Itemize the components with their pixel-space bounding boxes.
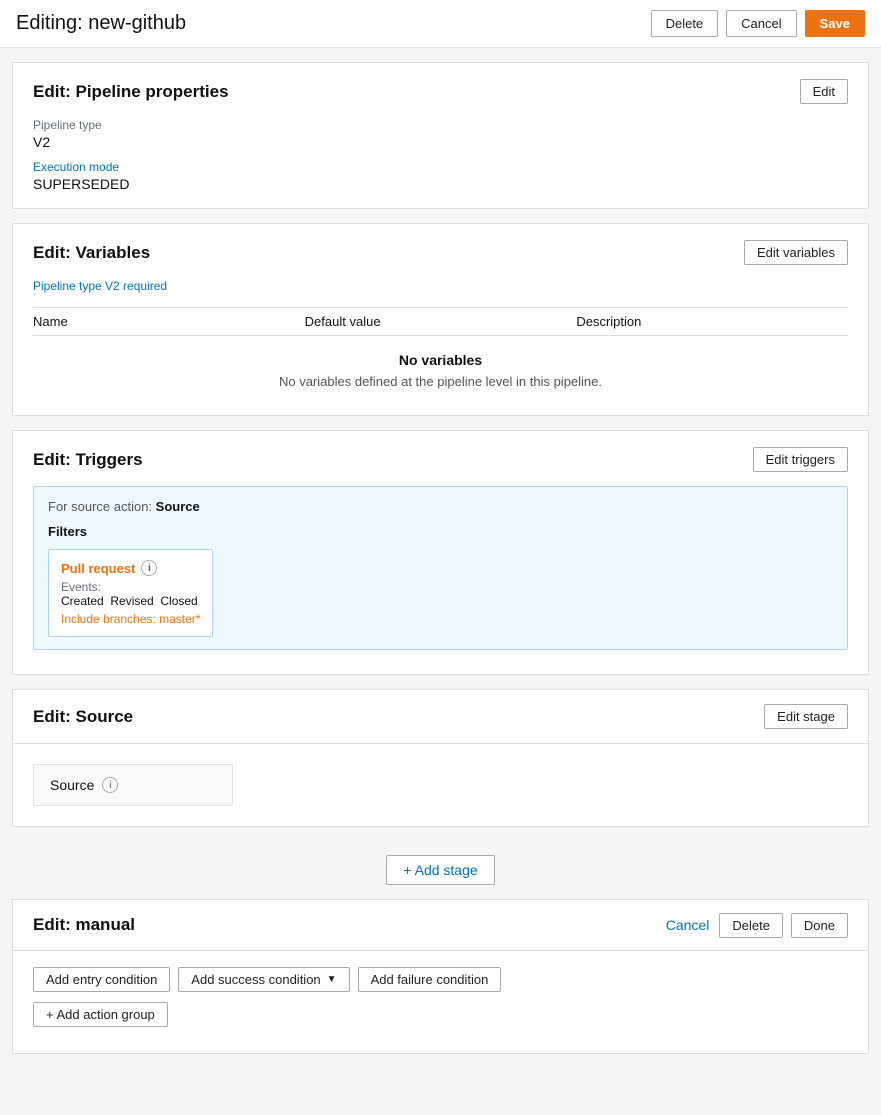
col-default: Default value xyxy=(305,314,577,329)
pipeline-properties-title: Edit: Pipeline properties xyxy=(33,82,229,102)
include-branches: Include branches: master* xyxy=(61,612,200,626)
condition-row-1: Add entry condition Add success conditio… xyxy=(33,967,848,992)
variables-table-headers: Name Default value Description xyxy=(33,307,848,336)
add-stage-button[interactable]: + Add stage xyxy=(386,855,494,885)
source-action-item: Source i xyxy=(33,764,233,806)
pipeline-properties-section: Edit: Pipeline properties Edit Pipeline … xyxy=(12,62,869,209)
header-actions: Delete Cancel Save xyxy=(651,10,865,37)
filter-name: Pull request i xyxy=(61,560,200,576)
add-action-group-button[interactable]: + Add action group xyxy=(33,1002,168,1027)
col-name: Name xyxy=(33,314,305,329)
variables-title: Edit: Variables xyxy=(33,243,150,263)
manual-stage-actions: Cancel Delete Done xyxy=(664,912,848,938)
pull-request-info-icon[interactable]: i xyxy=(141,560,157,576)
col-description: Description xyxy=(576,314,848,329)
edit-triggers-button[interactable]: Edit triggers xyxy=(753,447,848,472)
page-header: Editing: new-github Delete Cancel Save xyxy=(0,0,881,48)
variables-section: Edit: Variables Edit variables Pipeline … xyxy=(12,223,869,416)
variables-header: Edit: Variables Edit variables xyxy=(33,240,848,265)
source-action-name: Source xyxy=(50,777,94,793)
condition-row-2: + Add action group xyxy=(33,1002,848,1027)
no-vars-desc: No variables defined at the pipeline lev… xyxy=(33,374,848,389)
pipeline-type-note: Pipeline type V2 required xyxy=(33,279,848,293)
success-condition-dropdown-arrow: ▼ xyxy=(327,974,337,985)
page-title: Editing: new-github xyxy=(16,12,186,35)
triggers-header: Edit: Triggers Edit triggers xyxy=(33,447,848,472)
manual-stage-body: Add entry condition Add success conditio… xyxy=(13,951,868,1053)
edit-variables-button[interactable]: Edit variables xyxy=(744,240,848,265)
trigger-source-value: Source xyxy=(156,499,200,514)
source-stage-body: Source i xyxy=(13,744,868,826)
source-stage-title: Edit: Source xyxy=(33,707,133,727)
trigger-source-label: For source action: Source xyxy=(48,499,833,514)
manual-stage-header: Edit: manual Cancel Delete Done xyxy=(13,900,868,951)
trigger-box: For source action: Source Filters Pull r… xyxy=(33,486,848,650)
add-entry-condition-button[interactable]: Add entry condition xyxy=(33,967,170,992)
events-label: Events: xyxy=(61,580,200,594)
cancel-button[interactable]: Cancel xyxy=(726,10,796,37)
add-success-condition-button[interactable]: Add success condition ▼ xyxy=(178,967,349,992)
events-values: Created Revised Closed xyxy=(61,594,200,608)
add-stage-label: + Add stage xyxy=(403,862,477,878)
delete-button[interactable]: Delete xyxy=(651,10,719,37)
pipeline-type-value: V2 xyxy=(33,134,848,150)
no-vars-title: No variables xyxy=(33,352,848,368)
execution-mode-label: Execution mode xyxy=(33,160,848,174)
filter-item: Pull request i Events: Created Revised C… xyxy=(48,549,213,637)
filters-label: Filters xyxy=(48,524,833,539)
add-failure-condition-button[interactable]: Add failure condition xyxy=(358,967,502,992)
manual-done-button[interactable]: Done xyxy=(791,913,848,938)
source-stage-section: Edit: Source Edit stage Source i xyxy=(12,689,869,827)
add-stage-container: + Add stage xyxy=(0,841,881,899)
manual-stage-title: Edit: manual xyxy=(33,915,135,935)
pipeline-type-label: Pipeline type xyxy=(33,118,848,132)
edit-stage-button[interactable]: Edit stage xyxy=(764,704,848,729)
manual-cancel-button[interactable]: Cancel xyxy=(664,912,712,938)
triggers-title: Edit: Triggers xyxy=(33,450,143,470)
source-stage-header: Edit: Source Edit stage xyxy=(13,690,868,744)
save-button[interactable]: Save xyxy=(805,10,865,37)
manual-stage-section: Edit: manual Cancel Delete Done Add entr… xyxy=(12,899,869,1054)
source-info-icon[interactable]: i xyxy=(102,777,118,793)
pipeline-properties-edit-button[interactable]: Edit xyxy=(800,79,848,104)
triggers-section: Edit: Triggers Edit triggers For source … xyxy=(12,430,869,675)
manual-delete-button[interactable]: Delete xyxy=(719,913,783,938)
pipeline-properties-header: Edit: Pipeline properties Edit xyxy=(33,79,848,104)
execution-mode-value: SUPERSEDED xyxy=(33,176,848,192)
